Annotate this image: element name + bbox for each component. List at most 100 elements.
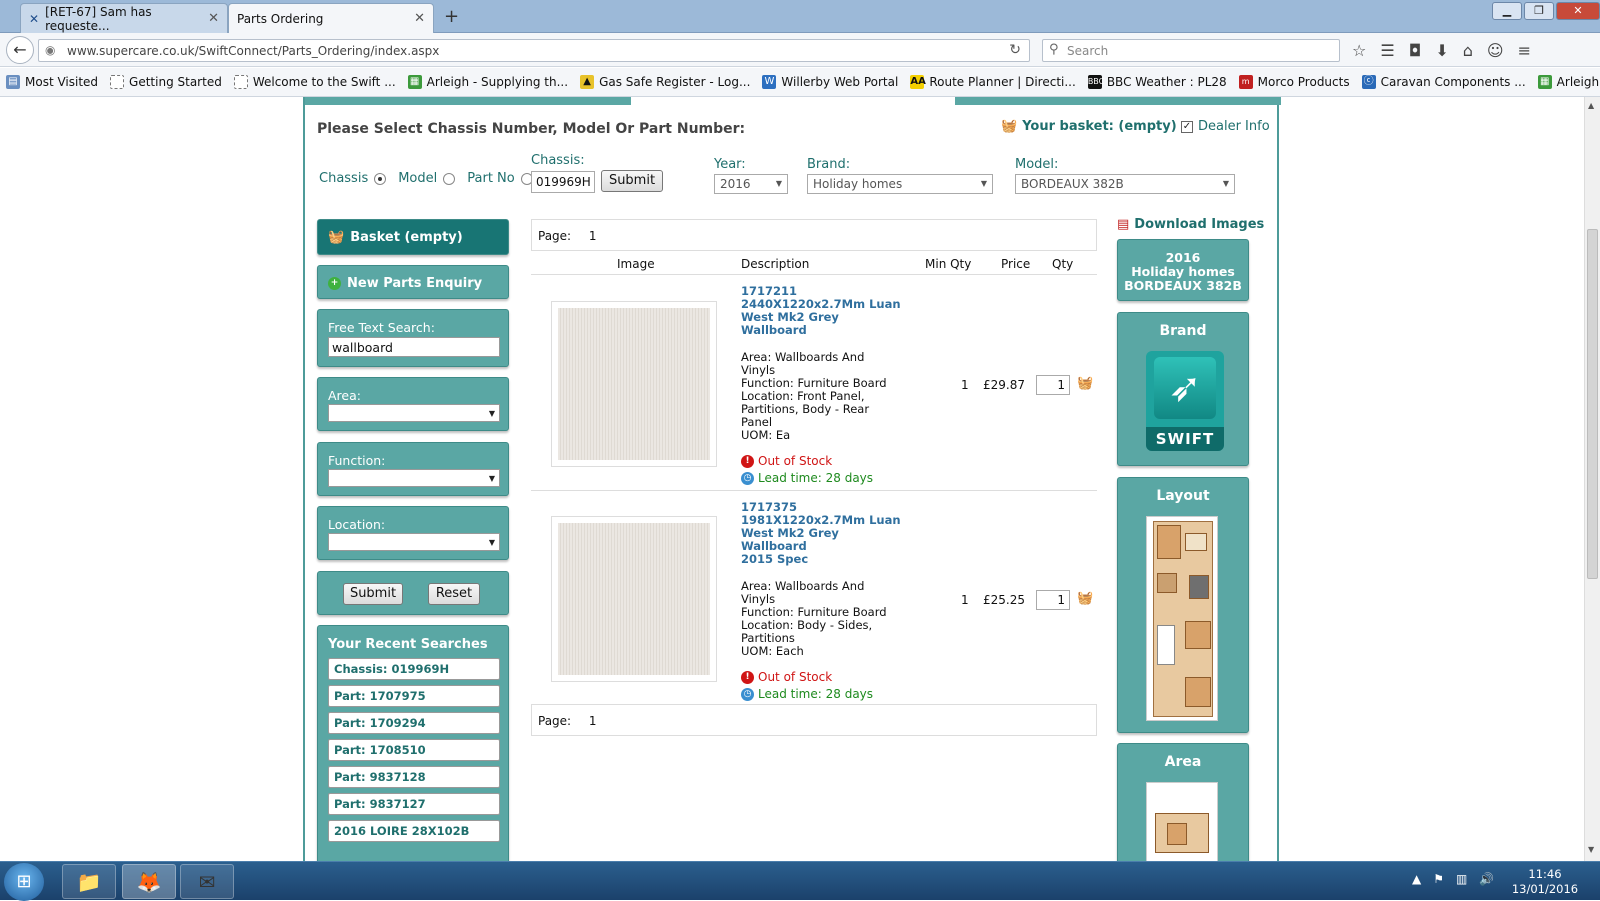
model-radio[interactable] [443, 172, 456, 185]
flag-icon[interactable]: ⚑ [1433, 872, 1444, 886]
toolbar-icons: ☆ ☰ ◘ ⬇ ⌂ ☺ ≡ [1352, 41, 1531, 60]
recent-search-item[interactable]: 2016 LOIRE 28X102B [328, 820, 500, 842]
back-button[interactable]: ← [6, 36, 34, 64]
add-to-basket-icon[interactable]: 🧺 [1077, 591, 1093, 606]
window-controls: ▁ ❐ ✕ [1492, 2, 1600, 20]
minimize-button[interactable]: ▁ [1492, 2, 1522, 20]
firefox-taskbar-icon[interactable]: 🦊 [122, 864, 176, 899]
new-tab-button[interactable]: + [444, 6, 459, 27]
scrollbar-thumb[interactable] [1587, 229, 1598, 579]
qty-input[interactable]: 1 [1036, 375, 1070, 395]
brand-select[interactable]: Holiday homes ▼ [807, 174, 993, 194]
home-icon[interactable]: ⌂ [1463, 41, 1473, 60]
page-number[interactable]: 1 [589, 229, 597, 243]
bookmark-star-icon[interactable]: ☆ [1352, 41, 1366, 60]
basket-button[interactable]: 🧺 Basket (empty) [317, 219, 509, 255]
chat-icon[interactable]: ☺ [1487, 41, 1504, 60]
bookmark-item[interactable]: ▤ Most Visited [6, 75, 98, 89]
bookmark-item[interactable]: ▦Arleigh - Supplying th... [1537, 75, 1600, 89]
location-select[interactable]: ▼ [328, 533, 500, 551]
tab-parts-ordering[interactable]: Parts Ordering ✕ [228, 3, 434, 33]
chevron-down-icon: ▼ [488, 538, 495, 547]
reset-button[interactable]: Reset [428, 583, 480, 605]
close-window-button[interactable]: ✕ [1556, 2, 1600, 20]
recent-search-item[interactable]: Part: 9837128 [328, 766, 500, 788]
year-select[interactable]: 2016 ▼ [714, 174, 788, 194]
site-info-icon[interactable]: ◉ [45, 43, 55, 57]
close-tab-icon[interactable]: ✕ [208, 11, 219, 26]
reload-icon[interactable]: ↻ [1009, 42, 1021, 58]
outlook-taskbar-icon[interactable]: ✉ [180, 864, 234, 899]
menu-icon[interactable]: ≡ [1518, 41, 1531, 60]
bookmark-item[interactable]: AA Route Planner | Directi... [910, 75, 1076, 89]
chassis-input[interactable]: 019969H [531, 171, 595, 193]
bookmarks-bar: ▤ Most Visited Getting Started Welcome to… [0, 68, 1600, 97]
chassis-submit-button[interactable]: Submit [601, 170, 663, 192]
submit-button[interactable]: Submit [343, 583, 403, 605]
recent-search-item[interactable]: Part: 1707975 [328, 685, 500, 707]
bookmark-item[interactable]: Welcome to the Swift ... [233, 75, 396, 89]
floor-plan-room [1185, 677, 1211, 707]
free-text-input[interactable]: wallboard [328, 337, 500, 357]
download-icon[interactable]: ⬇ [1435, 41, 1448, 60]
scroll-up-icon[interactable]: ▲ [1588, 101, 1594, 110]
bookmark-item[interactable]: ▦Arleigh - Supplying th... [407, 75, 568, 89]
recent-search-item[interactable]: Part: 1708510 [328, 739, 500, 761]
recent-search-item[interactable]: Part: 1709294 [328, 712, 500, 734]
download-images-link[interactable]: ▤ Download Images [1117, 217, 1264, 232]
scroll-down-icon[interactable]: ▼ [1588, 845, 1594, 854]
pagination-bottom: Page: 1 [531, 704, 1097, 736]
basket-icon: 🧺 [328, 230, 345, 245]
bookmark-item[interactable]: BBC BBC Weather : PL28 [1087, 75, 1227, 89]
volume-icon[interactable]: 🔊 [1479, 872, 1494, 886]
pocket-icon[interactable]: ◘ [1409, 41, 1422, 60]
recent-search-item[interactable]: Chassis: 019969H [328, 658, 500, 680]
layout-title: Layout [1156, 488, 1210, 504]
part-image[interactable] [551, 301, 717, 467]
bookmark-item[interactable]: W Willerby Web Portal [762, 75, 898, 89]
part-image[interactable] [551, 516, 717, 682]
chassis-radio[interactable] [374, 172, 387, 185]
start-button[interactable]: ⊞ [4, 863, 44, 901]
bookmark-item[interactable]: m Morco Products [1238, 75, 1350, 89]
system-clock[interactable]: 11:46 13/01/2016 [1510, 867, 1580, 897]
brand-label: Brand: [807, 157, 851, 172]
reading-list-icon[interactable]: ☰ [1380, 41, 1394, 60]
part-name-line[interactable]: 2015 Spec [741, 553, 808, 566]
search-input[interactable]: ⚲ Search [1042, 39, 1340, 62]
page-number[interactable]: 1 [589, 714, 597, 728]
swift-logo: ➶ SWIFT [1146, 351, 1224, 451]
restore-button[interactable]: ❐ [1524, 2, 1554, 20]
qty-input[interactable]: 1 [1036, 590, 1070, 610]
function-select[interactable]: ▼ [328, 469, 500, 487]
explorer-taskbar-icon[interactable]: 📁 [62, 864, 116, 899]
recent-search-item[interactable]: Part: 9837127 [328, 793, 500, 815]
chassis-label: Chassis: [531, 153, 585, 168]
dealer-info-checkbox[interactable]: ✓ [1181, 120, 1193, 133]
basket-icon: 🧺 [1001, 119, 1018, 134]
dealer-info-toggle[interactable]: ✓ Dealer Info [1181, 119, 1270, 134]
basket-link[interactable]: 🧺 Your basket: (empty) [1001, 119, 1177, 134]
col-price: Price [1001, 257, 1031, 271]
new-parts-enquiry-button[interactable]: + New Parts Enquiry [317, 265, 509, 299]
part-name-line[interactable]: Wallboard [741, 324, 807, 337]
network-icon[interactable]: ▥ [1456, 872, 1467, 886]
page-scrollbar[interactable]: ▲ ▼ [1584, 97, 1600, 861]
swallow-icon: ➶ [1154, 357, 1216, 419]
area-diagram-image[interactable] [1146, 782, 1218, 861]
area-select[interactable]: ▼ [328, 404, 500, 422]
tab-ret67[interactable]: ✕ [RET-67] Sam has requeste... ✕ [20, 3, 228, 33]
floor-plan-image[interactable] [1146, 516, 1218, 721]
chevron-down-icon: ▼ [775, 179, 782, 188]
add-to-basket-icon[interactable]: 🧺 [1077, 376, 1093, 391]
tray-expand-icon[interactable]: ▲ [1412, 872, 1421, 886]
url-bar[interactable]: ◉ www.supercare.co.uk/SwiftConnect/Parts… [38, 39, 1030, 62]
wallboard-texture [558, 523, 710, 675]
bookmark-item[interactable]: Getting Started [110, 75, 222, 89]
bookmark-item[interactable]: ⓒ Caravan Components ... [1361, 75, 1526, 89]
model-select[interactable]: BORDEAUX 382B ▼ [1015, 174, 1235, 194]
bookmark-item[interactable]: ▲ Gas Safe Register - Log... [580, 75, 750, 89]
close-tab-icon[interactable]: ✕ [414, 11, 425, 26]
stock-status: ! Out of Stock [741, 670, 832, 684]
price: £29.87 [983, 378, 1025, 392]
